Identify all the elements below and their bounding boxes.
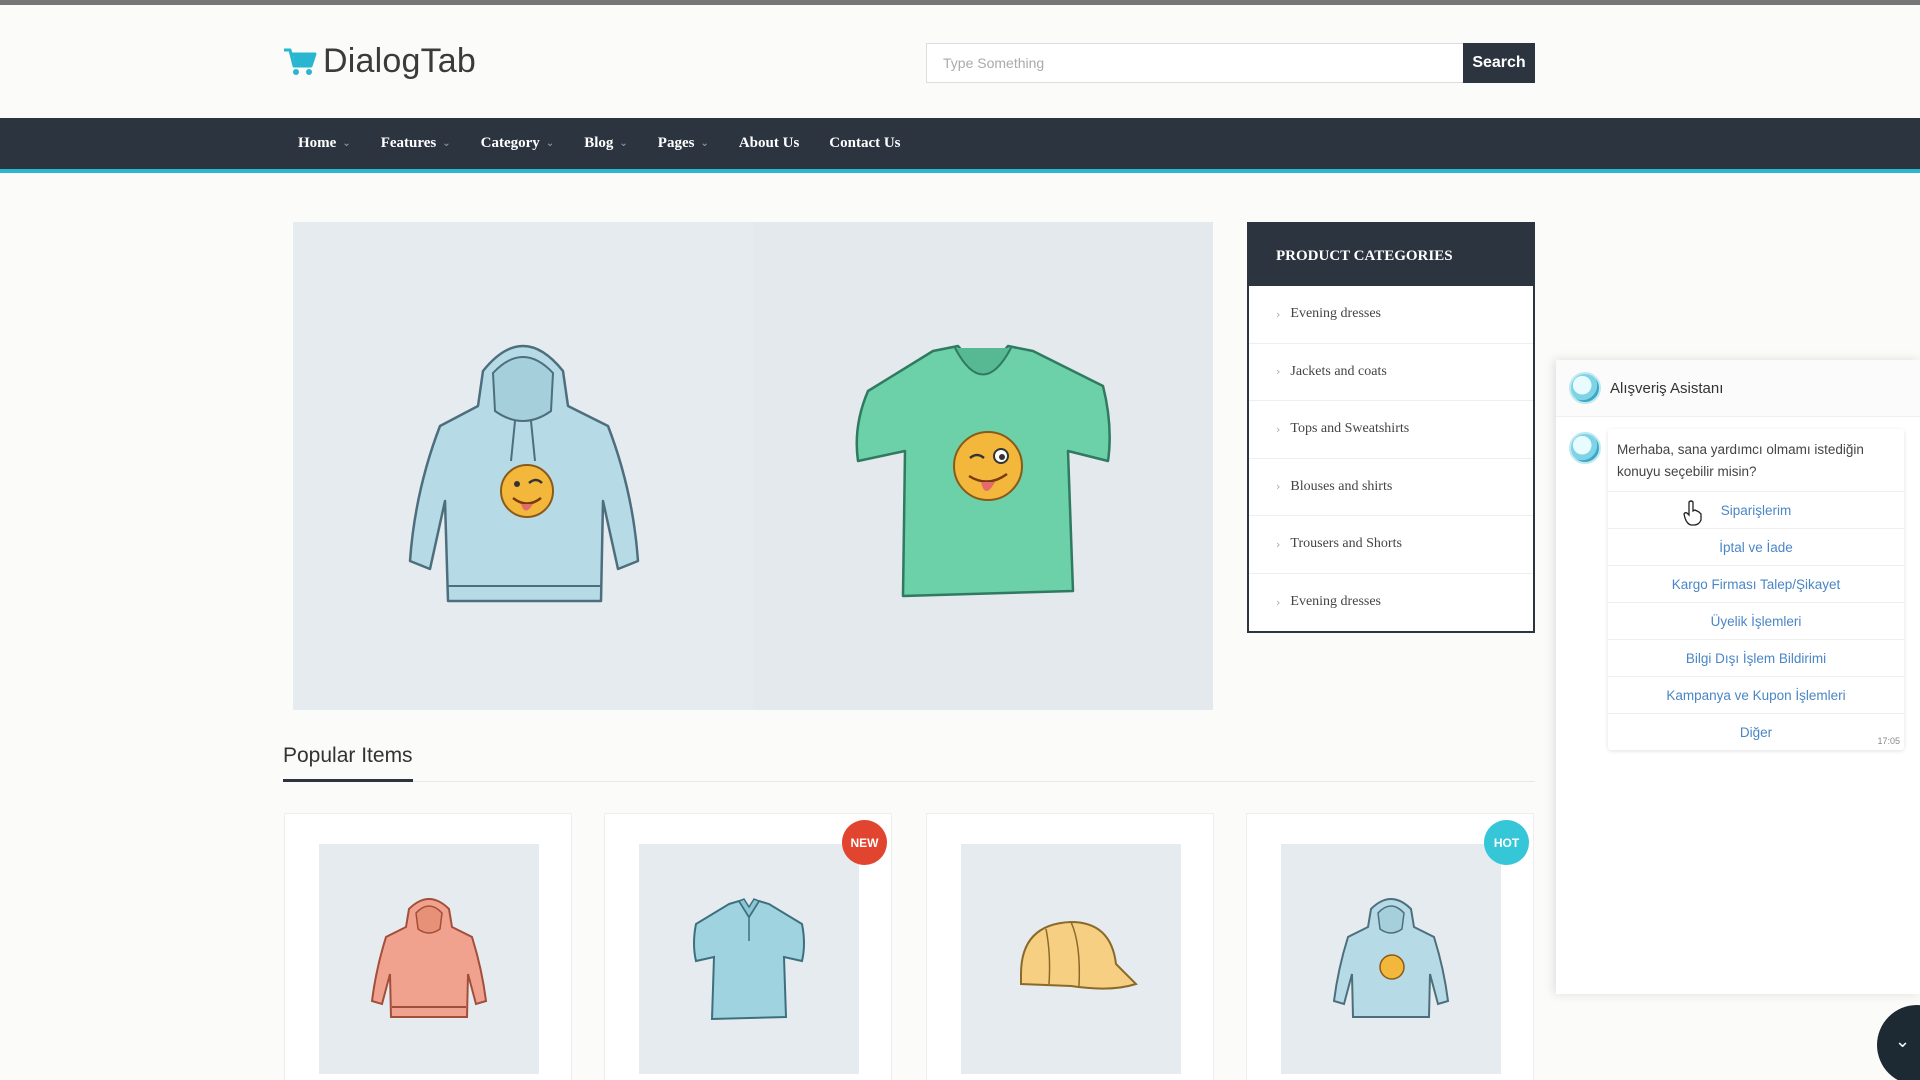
nav-item-about[interactable]: About Us bbox=[739, 135, 799, 152]
shopping-assistant-chat: Alışveriş Asistanı Merhaba, sana yardımc… bbox=[1556, 360, 1920, 994]
hoodie-illustration bbox=[1332, 898, 1450, 1018]
chevron-down-icon: ⌄ bbox=[700, 138, 709, 149]
chevron-down-icon: ⌄ bbox=[619, 138, 628, 149]
nav-item-blog[interactable]: Blog ⌄ bbox=[584, 135, 628, 152]
product-image-cap bbox=[961, 844, 1181, 1074]
main-nav: Home ⌄ Features ⌄ Category ⌄ Blog ⌄ Pages ⌄ A… bbox=[0, 118, 1920, 173]
new-badge: NEW bbox=[842, 820, 887, 865]
hot-badge: HOT bbox=[1484, 820, 1529, 865]
chat-title: Alışveriş Asistanı bbox=[1610, 379, 1724, 397]
chevron-right-icon: › bbox=[1276, 537, 1281, 551]
message-text: Merhaba, sana yardımcı olmamı istediğin … bbox=[1617, 442, 1864, 479]
nav-item-category[interactable]: Category ⌄ bbox=[481, 135, 555, 152]
chevron-right-icon: › bbox=[1276, 307, 1281, 321]
polo-illustration bbox=[693, 898, 805, 1021]
quick-reply-options: Siparişlerim İptal ve İade Kargo Firması… bbox=[1608, 491, 1904, 750]
hero-hoodie-image bbox=[293, 222, 753, 710]
tshirt-illustration bbox=[855, 344, 1111, 598]
option-kampanya[interactable]: Kampanya ve Kupon İşlemleri bbox=[1608, 676, 1904, 713]
search-bar: Search bbox=[926, 43, 1535, 83]
chevron-down-icon: ⌄ bbox=[545, 138, 555, 149]
product-card[interactable] bbox=[284, 813, 572, 1080]
search-input[interactable] bbox=[926, 43, 1463, 83]
assistant-message: Merhaba, sana yardımcı olmamı istediğin … bbox=[1608, 429, 1904, 750]
chevron-right-icon: › bbox=[1276, 595, 1281, 609]
chevron-right-icon: › bbox=[1276, 480, 1281, 494]
option-diger[interactable]: Diğer bbox=[1608, 713, 1904, 750]
hero-banner[interactable] bbox=[293, 222, 1213, 710]
category-item[interactable]: › Trousers and Shorts bbox=[1249, 516, 1533, 574]
nav-item-home[interactable]: Home ⌄ bbox=[298, 135, 351, 152]
chevron-down-icon: ⌄ bbox=[1895, 1031, 1911, 1052]
message-timestamp: 17:05 bbox=[1877, 736, 1900, 746]
category-item[interactable]: › Evening dresses bbox=[1249, 574, 1533, 632]
option-siparislerim[interactable]: Siparişlerim bbox=[1608, 491, 1904, 528]
chevron-down-icon: ⌄ bbox=[442, 138, 451, 149]
category-item[interactable]: › Jackets and coats bbox=[1249, 344, 1533, 401]
hero-tshirt-image bbox=[753, 222, 1213, 710]
divider bbox=[283, 781, 1535, 782]
popular-items-title: Popular Items bbox=[283, 744, 413, 767]
chevron-right-icon: › bbox=[1276, 365, 1281, 379]
cart-icon bbox=[284, 48, 317, 75]
title-underline bbox=[283, 779, 413, 782]
category-item[interactable]: › Evening dresses bbox=[1249, 286, 1533, 344]
cap-illustration bbox=[1020, 920, 1138, 990]
nav-item-features[interactable]: Features ⌄ bbox=[381, 135, 451, 152]
option-uyelik[interactable]: Üyelik İşlemleri bbox=[1608, 602, 1904, 639]
assistant-avatar-icon bbox=[1569, 372, 1601, 404]
category-item[interactable]: › Blouses and shirts bbox=[1249, 459, 1533, 516]
nav-item-pages[interactable]: Pages ⌄ bbox=[658, 135, 709, 152]
chevron-right-icon: › bbox=[1276, 422, 1281, 436]
product-image-hoodie-blue bbox=[1281, 844, 1501, 1074]
chat-header[interactable]: Alışveriş Asistanı bbox=[1556, 360, 1920, 417]
site-logo[interactable]: DialogTab bbox=[283, 42, 476, 81]
category-item[interactable]: › Tops and Sweatshirts bbox=[1249, 401, 1533, 459]
chevron-down-icon: ⌄ bbox=[342, 138, 351, 149]
hoodie-illustration bbox=[370, 898, 488, 1018]
option-kargo[interactable]: Kargo Firması Talep/Şikayet bbox=[1608, 565, 1904, 602]
assistant-avatar-icon bbox=[1569, 432, 1601, 464]
product-image-hoodie-orange bbox=[319, 844, 539, 1074]
option-bilgi-disi[interactable]: Bilgi Dışı İşlem Bildirimi bbox=[1608, 639, 1904, 676]
brand-name: DialogTab bbox=[323, 42, 477, 80]
option-iptal-iade[interactable]: İptal ve İade bbox=[1608, 528, 1904, 565]
chat-toggle-button[interactable]: ⌄ bbox=[1877, 1005, 1920, 1080]
nav-item-contact[interactable]: Contact Us bbox=[829, 135, 900, 152]
product-image-polo-blue bbox=[639, 844, 859, 1074]
categories-title: PRODUCT CATEGORIES bbox=[1249, 224, 1533, 286]
hoodie-illustration bbox=[408, 344, 640, 603]
top-border bbox=[0, 0, 1920, 5]
pointer-cursor-icon bbox=[1683, 500, 1702, 526]
search-button[interactable]: Search bbox=[1463, 43, 1535, 83]
message-avatar bbox=[1569, 432, 1601, 464]
product-categories-panel: PRODUCT CATEGORIES › Evening dresses › Jac… bbox=[1247, 222, 1535, 633]
product-card[interactable] bbox=[926, 813, 1214, 1080]
